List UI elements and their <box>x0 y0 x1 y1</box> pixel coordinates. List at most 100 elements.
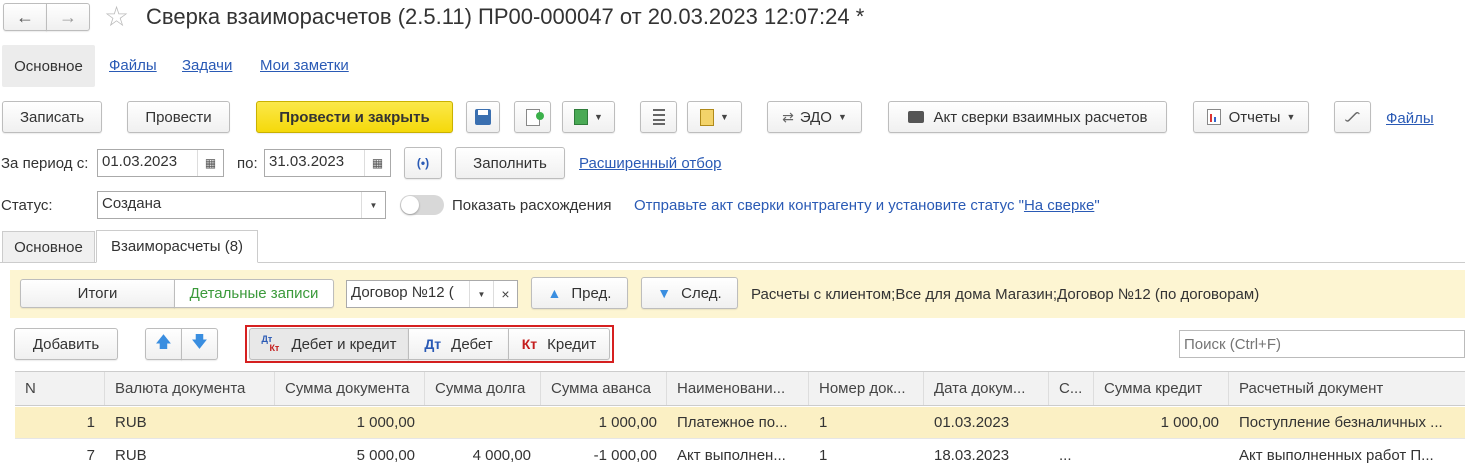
save-disk-button[interactable] <box>466 101 500 133</box>
cell-settlement-doc: Поступление безналичных ... <box>1239 414 1443 431</box>
debit-credit-label: Дебет и кредит <box>291 335 397 353</box>
arrow-left-icon: ← <box>16 6 34 27</box>
cell-advance-sum: -1 000,00 <box>593 447 657 464</box>
cell-doc-sum: 1 000,00 <box>356 414 415 431</box>
document-arrow-icon <box>525 108 544 126</box>
fill-button[interactable]: Заполнить <box>455 147 565 179</box>
create-based-on-button[interactable]: ▼ <box>562 101 615 133</box>
col-header-advance-sum[interactable]: Сумма аванса <box>541 372 667 405</box>
attach-button[interactable]: ∫ <box>1334 101 1371 133</box>
document-move-button[interactable] <box>514 101 551 133</box>
prev-button[interactable]: ▲ Пред. <box>531 277 628 309</box>
period-choice-icon: (•) <box>416 156 430 170</box>
reports-button[interactable]: Отчеты ▼ <box>1193 101 1309 133</box>
chevron-down-icon[interactable]: ▼ <box>361 192 385 218</box>
document-clock-icon <box>700 108 715 126</box>
status-hint-prefix: Отправьте акт сверки контрагенту и устан… <box>634 197 1024 214</box>
table-row[interactable]: 7 RUB 5 000,00 4 000,00 -1 000,00 Акт вы… <box>15 440 1465 471</box>
period-select-button[interactable]: (•) <box>404 147 442 179</box>
post-and-close-button[interactable]: Провести и закрыть <box>256 101 453 133</box>
debit-credit-button[interactable]: Дт Кт Дебет и кредит <box>249 328 409 360</box>
act-reconciliation-button[interactable]: Акт сверки взаимных расчетов <box>888 101 1167 133</box>
list-icon <box>652 109 665 125</box>
kt-glyph: Кт <box>269 343 280 353</box>
col-header-name[interactable]: Наименовани... <box>667 372 809 405</box>
contract-select[interactable]: Договор №12 ( ▼ × <box>346 280 518 308</box>
col-header-currency[interactable]: Валюта документа <box>105 372 275 405</box>
arrow-down-icon: ▼ <box>657 285 672 301</box>
credit-button[interactable]: Кт Кредит <box>508 328 610 360</box>
col-header-doc-date[interactable]: Дата докум... <box>924 372 1049 405</box>
clear-icon[interactable]: × <box>493 281 517 307</box>
col-header-doc-number[interactable]: Номер док... <box>809 372 924 405</box>
debit-button[interactable]: Дт Дебет <box>408 328 509 360</box>
extended-filter-link[interactable]: Расширенный отбор <box>579 155 722 172</box>
cell-name: Платежное по... <box>677 414 788 431</box>
status-select[interactable]: Создана ▼ <box>97 191 386 219</box>
post-button[interactable]: Провести <box>127 101 230 133</box>
move-down-button[interactable]: 🡇 <box>181 328 218 360</box>
next-button[interactable]: ▼ След. <box>641 277 738 309</box>
print-button[interactable]: ▼ <box>687 101 742 133</box>
show-diff-toggle[interactable] <box>400 195 444 215</box>
back-button[interactable]: ← <box>3 3 47 31</box>
favorite-star-icon[interactable]: ☆ <box>104 0 129 33</box>
calendar-icon[interactable]: ▦ <box>197 150 223 176</box>
inner-tab-settlements[interactable]: Взаиморасчеты (8) <box>96 230 258 263</box>
add-button[interactable]: Добавить <box>14 328 118 360</box>
totals-button[interactable]: Итоги <box>20 279 175 308</box>
toggle-knob <box>401 196 419 214</box>
cell-doc-date: 18.03.2023 <box>934 447 1010 464</box>
col-header-settlement-doc[interactable]: Расчетный документ <box>1229 372 1465 405</box>
edo-label: ЭДО <box>799 108 832 126</box>
reports-label: Отчеты <box>1228 108 1281 126</box>
status-label: Статус: <box>1 197 53 214</box>
nav-tab-files[interactable]: Файлы <box>109 57 157 74</box>
chevron-down-icon[interactable]: ▼ <box>469 281 493 307</box>
cell-currency: RUB <box>115 447 147 464</box>
edo-button[interactable]: ⇄ ЭДО ▼ <box>767 101 862 133</box>
period-from-input[interactable]: 01.03.2023 ▦ <box>97 149 224 177</box>
status-hint-link[interactable]: На сверке <box>1024 197 1094 214</box>
cell-n: 7 <box>86 447 95 464</box>
arrow-right-icon: → <box>59 6 77 27</box>
write-button[interactable]: Записать <box>2 101 102 133</box>
nav-tab-tasks[interactable]: Задачи <box>182 57 232 74</box>
arrow-up-icon: 🡅 <box>155 333 172 351</box>
files-link[interactable]: Файлы <box>1386 110 1434 127</box>
move-up-button[interactable]: 🡅 <box>145 328 182 360</box>
prev-label: Пред. <box>571 284 612 302</box>
list-button[interactable] <box>640 101 677 133</box>
window-title: Сверка взаиморасчетов (2.5.11) ПР00-0000… <box>146 4 865 29</box>
nav-tab-notes[interactable]: Мои заметки <box>260 57 349 74</box>
arrow-down-icon: 🡇 <box>191 333 208 351</box>
col-header-debt-sum[interactable]: Сумма долга <box>425 372 541 405</box>
chevron-down-icon: ▼ <box>1286 112 1296 122</box>
period-to-input[interactable]: 31.03.2023 ▦ <box>264 149 391 177</box>
reports-chart-icon <box>1206 109 1221 125</box>
calendar-icon[interactable]: ▦ <box>364 150 390 176</box>
forward-button[interactable]: → <box>46 3 90 31</box>
col-header-n[interactable]: N <box>15 372 105 405</box>
cell-credit-sum <box>1094 440 1229 471</box>
edo-icon: ⇄ <box>782 108 794 125</box>
col-header-credit-sum[interactable]: Сумма кредит <box>1094 372 1229 405</box>
dt-icon: Дт <box>424 336 442 352</box>
period-from-label: За период с: <box>1 155 89 172</box>
contract-value: Договор №12 ( <box>351 284 454 301</box>
details-button[interactable]: Детальные записи <box>174 279 334 308</box>
debit-label: Дебет <box>451 335 493 353</box>
floppy-disk-icon <box>475 109 491 125</box>
cell-advance-sum: 1 000,00 <box>598 414 657 431</box>
table-row[interactable]: 1 RUB 1 000,00 1 000,00 Платежное по... … <box>15 407 1465 439</box>
nav-tab-main[interactable]: Основное <box>2 45 95 87</box>
period-to-label: по: <box>237 155 258 172</box>
search-input[interactable] <box>1179 330 1465 358</box>
col-header-doc-sum[interactable]: Сумма документа <box>275 372 425 405</box>
cell-c: ... <box>1059 447 1072 464</box>
inner-tab-main[interactable]: Основное <box>2 231 95 262</box>
kt-icon: Кт <box>521 336 538 352</box>
col-header-c[interactable]: С... <box>1049 372 1094 405</box>
cell-doc-number: 1 <box>819 447 828 464</box>
table-header: N Валюта документа Сумма документа Сумма… <box>15 372 1465 406</box>
